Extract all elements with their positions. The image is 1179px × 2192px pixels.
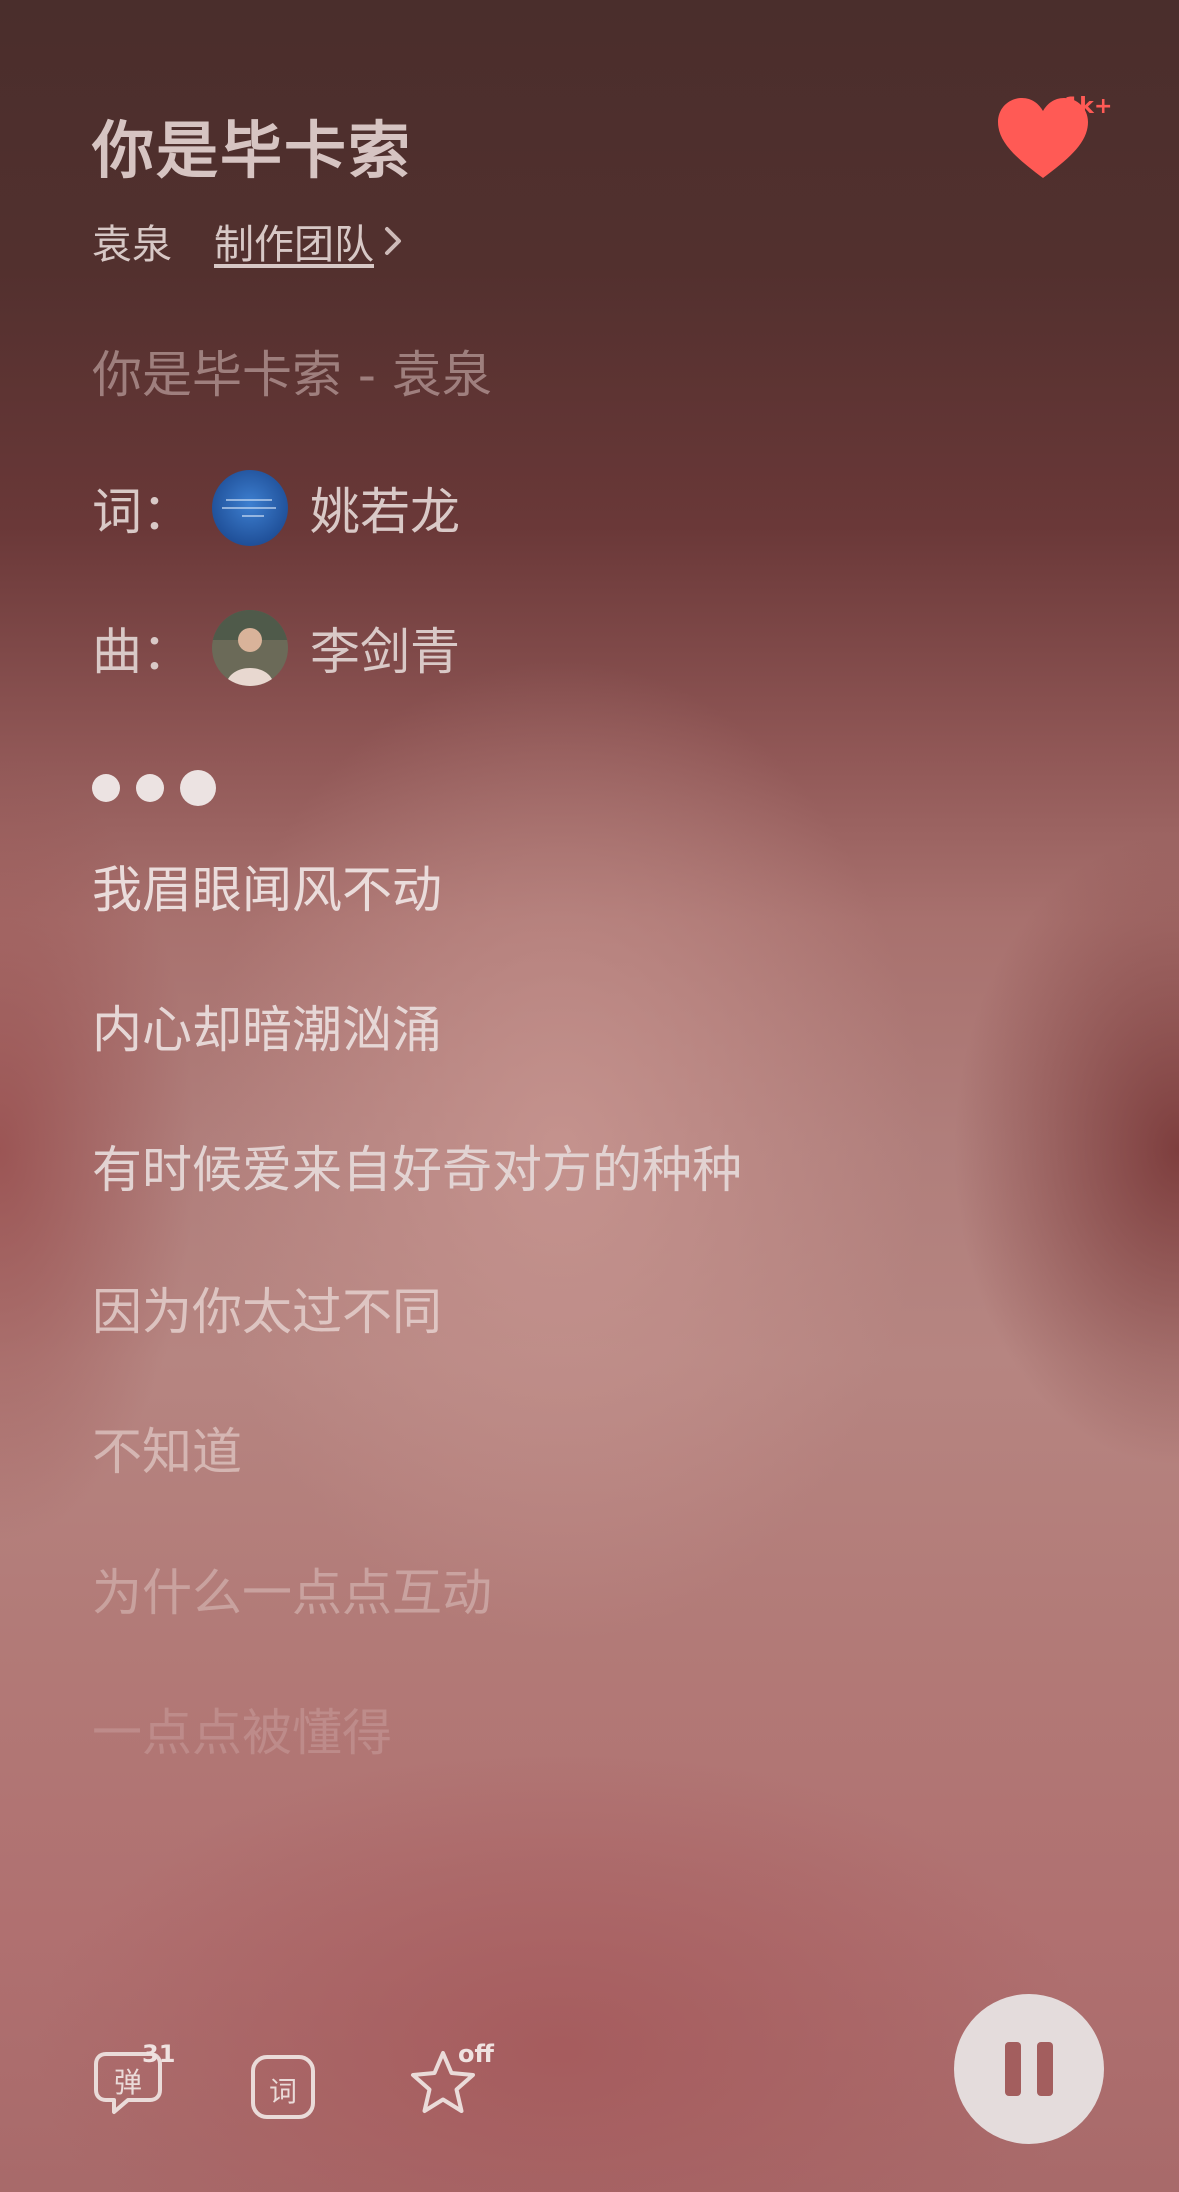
lyrics-toggle-button[interactable]: 词 (250, 2054, 316, 2120)
danmaku-count-badge: 31 (142, 2040, 176, 2068)
production-team-link[interactable]: 制作团队 (214, 212, 374, 270)
pause-icon-bar-left (1005, 2042, 1021, 2096)
lyric-line[interactable]: 为什么一点点互动 (92, 1553, 492, 1625)
lyric-line[interactable]: 因为你太过不同 (92, 1272, 442, 1344)
lyricist-name[interactable]: 姚若龙 (310, 472, 460, 544)
lyric-line[interactable]: 不知道 (92, 1412, 242, 1484)
loading-dots (92, 770, 232, 806)
dot (92, 774, 120, 802)
lyric-line[interactable]: 有时候爱来自好奇对方的种种 (92, 1130, 742, 1202)
like-count-badge: 1k+ (1064, 94, 1113, 119)
pause-button[interactable] (954, 1994, 1104, 2144)
lyric-line[interactable]: 内心却暗潮汹涌 (92, 990, 442, 1062)
lyricist-avatar[interactable] (212, 470, 288, 546)
pause-icon-bar-right (1037, 2042, 1053, 2096)
composer-avatar[interactable] (212, 610, 288, 686)
dot (180, 770, 216, 806)
dot (136, 774, 164, 802)
chevron-right-icon (385, 227, 401, 255)
lyric-line[interactable]: 一点点被懂得 (92, 1693, 392, 1765)
lyric-line[interactable]: 我眉眼闻风不动 (92, 850, 442, 922)
lyricist-row: 词： 姚若龙 (92, 470, 460, 546)
lyrics-toggle-label: 词 (268, 2075, 297, 2108)
composer-name[interactable]: 李剑青 (310, 612, 460, 684)
lyricist-label: 词： (92, 483, 192, 541)
song-title: 你是毕卡索 (92, 114, 413, 187)
artist-name[interactable]: 袁泉 (92, 212, 172, 270)
star-off-badge: off (458, 2040, 494, 2068)
composer-label: 曲： (92, 623, 192, 681)
artist-row: 袁泉 制作团队 (92, 212, 402, 270)
composer-row: 曲： 李剑青 (92, 610, 460, 686)
song-info-line: 你是毕卡索 - 袁泉 (92, 346, 492, 404)
